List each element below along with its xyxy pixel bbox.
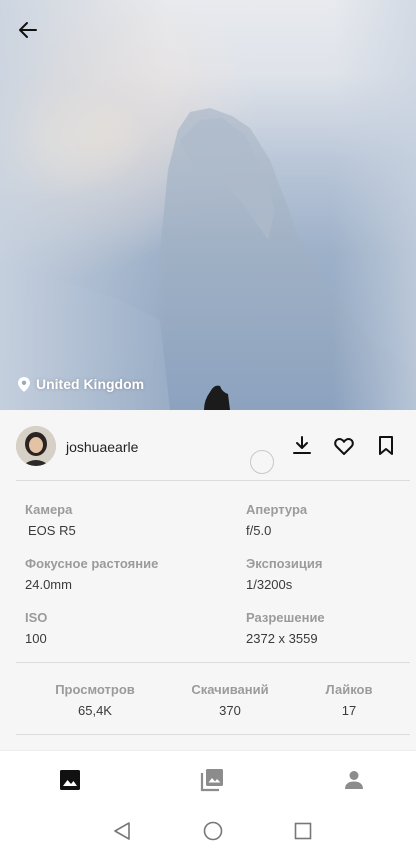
nav-profile[interactable] bbox=[340, 766, 368, 794]
back-button[interactable] bbox=[14, 16, 42, 44]
exif-iso-value: 100 bbox=[25, 631, 47, 646]
collections-icon bbox=[200, 769, 223, 792]
divider bbox=[16, 480, 410, 481]
exif-aperture-value: f/5.0 bbox=[246, 523, 272, 538]
exif-focal: Фокусное растояние 24.0mm bbox=[25, 556, 158, 592]
like-button[interactable] bbox=[332, 434, 356, 458]
exif-aperture-label: Апертура bbox=[246, 502, 308, 517]
save-button[interactable] bbox=[374, 434, 398, 458]
nav-collections[interactable] bbox=[198, 766, 226, 794]
stat-downloads: Скачиваний 370 bbox=[170, 682, 290, 718]
system-nav-bar bbox=[0, 806, 416, 848]
author-row: joshuaearle bbox=[0, 420, 416, 476]
exif-aperture: Апертура f/5.0 bbox=[246, 502, 307, 538]
stat-downloads-value: 370 bbox=[219, 703, 241, 718]
system-back-button[interactable] bbox=[111, 820, 133, 842]
stat-likes-label: Лайков bbox=[325, 682, 373, 697]
back-triangle-icon bbox=[114, 822, 130, 840]
avatar-image bbox=[16, 426, 56, 466]
exif-resolution-value: 2372 x 3559 bbox=[246, 631, 318, 646]
exif-resolution-label: Разрешение bbox=[246, 610, 325, 625]
location-label[interactable]: United Kingdom bbox=[18, 376, 144, 392]
exif-focal-value: 24.0mm bbox=[25, 577, 72, 592]
bottom-nav bbox=[0, 750, 416, 806]
loading-spinner bbox=[250, 450, 274, 474]
exif-iso: ISO 100 bbox=[25, 610, 47, 646]
exif-exposure: Экспозиция 1/3200s bbox=[246, 556, 322, 592]
stat-likes: Лайков 17 bbox=[289, 682, 409, 718]
stat-views-value: 65,4K bbox=[78, 703, 112, 718]
download-icon bbox=[293, 436, 311, 454]
stat-views-label: Просмотров bbox=[55, 682, 135, 697]
photo-icon bbox=[60, 770, 80, 790]
mountain-image bbox=[0, 0, 416, 410]
exif-exposure-label: Экспозиция bbox=[246, 556, 323, 571]
recents-square-icon bbox=[294, 822, 312, 840]
exif-camera: Камера EOS R5 bbox=[25, 502, 76, 538]
download-button[interactable] bbox=[290, 434, 314, 458]
stat-likes-value: 17 bbox=[341, 703, 357, 718]
heart-icon bbox=[334, 438, 354, 455]
location-pin-icon bbox=[18, 376, 30, 392]
exif-resolution: Разрешение 2372 x 3559 bbox=[246, 610, 325, 646]
arrow-left-icon bbox=[19, 22, 37, 38]
divider bbox=[16, 734, 410, 735]
location-text: United Kingdom bbox=[36, 376, 145, 392]
bookmark-icon bbox=[379, 436, 393, 455]
divider bbox=[16, 662, 410, 663]
exif-camera-label: Камера bbox=[25, 502, 73, 517]
system-home-button[interactable] bbox=[202, 820, 224, 842]
exif-exposure-value: 1/3200s bbox=[246, 577, 293, 592]
profile-icon bbox=[345, 771, 363, 789]
stat-downloads-label: Скачиваний bbox=[191, 682, 269, 697]
author-username[interactable]: joshuaearle bbox=[66, 439, 138, 455]
nav-photo[interactable] bbox=[56, 766, 84, 794]
system-recents-button[interactable] bbox=[292, 820, 314, 842]
exif-camera-value: EOS R5 bbox=[28, 523, 76, 538]
exif-focal-label: Фокусное растояние bbox=[25, 556, 159, 571]
stat-views: Просмотров 65,4K bbox=[35, 682, 155, 718]
home-circle-icon bbox=[203, 821, 223, 841]
avatar[interactable] bbox=[16, 426, 56, 466]
photo-view[interactable]: United Kingdom bbox=[0, 0, 416, 410]
photo-actions bbox=[290, 434, 398, 458]
exif-iso-label: ISO bbox=[25, 610, 48, 625]
